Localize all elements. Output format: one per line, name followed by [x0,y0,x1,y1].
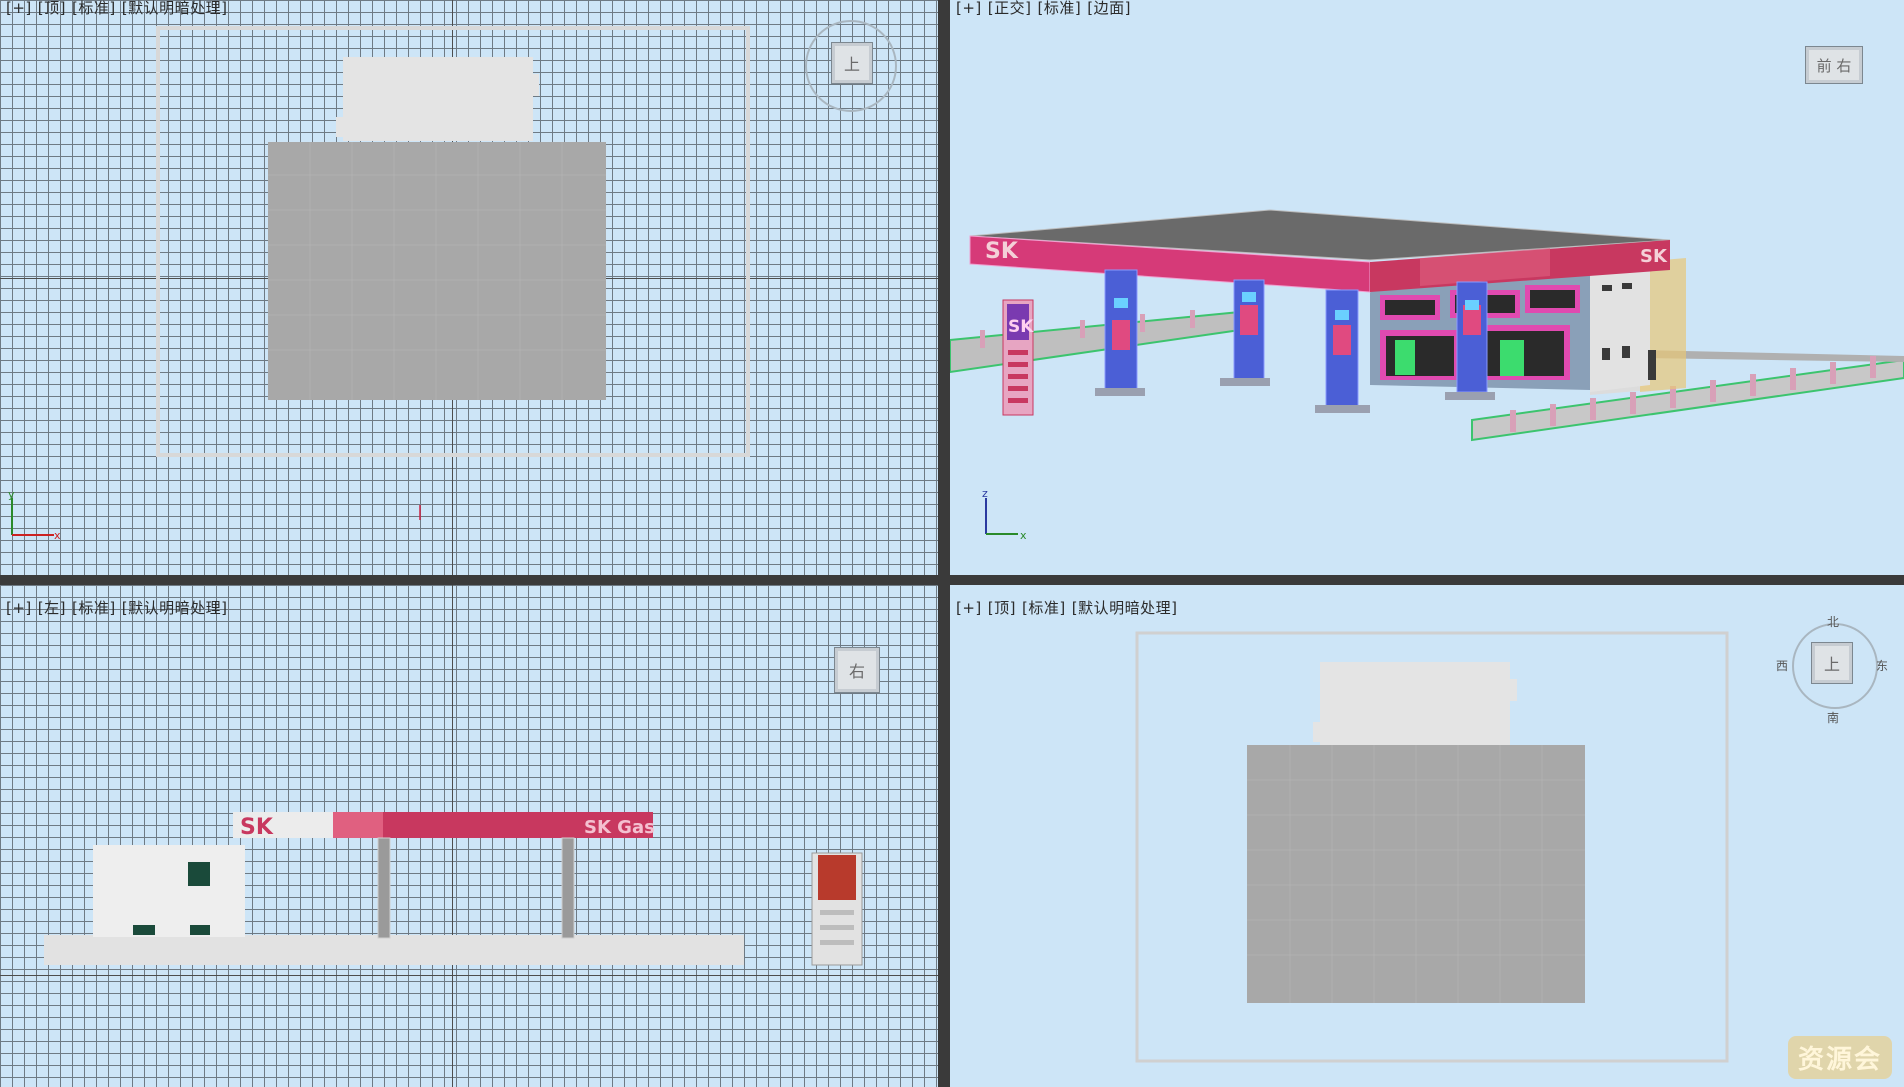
top-scene [156,26,750,520]
viewport-top[interactable]: [+] [顶] [标准] [默认明暗处理] 上 y x [0,0,938,575]
viewport-perspective[interactable]: [+] [正交] [标准] [边面] SK SK SK 前 右 z x [950,0,1904,575]
watermark-logo: 资源会 [1787,1036,1892,1079]
view-cube[interactable]: 前 右 [1805,46,1863,84]
top-scene-2 [1135,631,1729,1063]
axis-tripod: y x [8,490,61,540]
svg-text:z: z [982,488,988,500]
compass-west[interactable]: 西 [1776,657,1788,674]
svg-text:SK Gas: SK Gas [584,817,655,838]
building-roof [343,57,533,141]
view-cube[interactable]: 上 [831,42,873,84]
canopy-roof [268,142,606,400]
svg-text:SK: SK [240,815,274,840]
axis-tripod: z x [982,488,1027,540]
compass-north[interactable]: 北 [1827,613,1839,630]
viewport-bottom-right[interactable]: [+] [顶] [标准] [默认明暗处理] 上 北 南 东 西 资源会 [950,585,1904,1087]
svg-text:x: x [54,529,61,540]
gas-station-model: SK SK SK [950,209,1904,442]
left-scene: SK SK Gas [44,812,863,966]
svg-text:SK: SK [1008,317,1034,337]
svg-text:SK: SK [985,239,1019,264]
compass-east[interactable]: 东 [1876,657,1888,674]
view-cube[interactable]: 上 [1811,642,1853,684]
view-cube[interactable]: 右 [834,647,880,693]
svg-text:y: y [8,490,15,501]
svg-text:SK: SK [1640,246,1668,267]
viewport-left[interactable]: [+] [左] [标准] [默认明暗处理] SK SK Gas 右 [0,585,938,1087]
svg-text:x: x [1020,529,1027,540]
compass-south[interactable]: 南 [1827,709,1839,726]
